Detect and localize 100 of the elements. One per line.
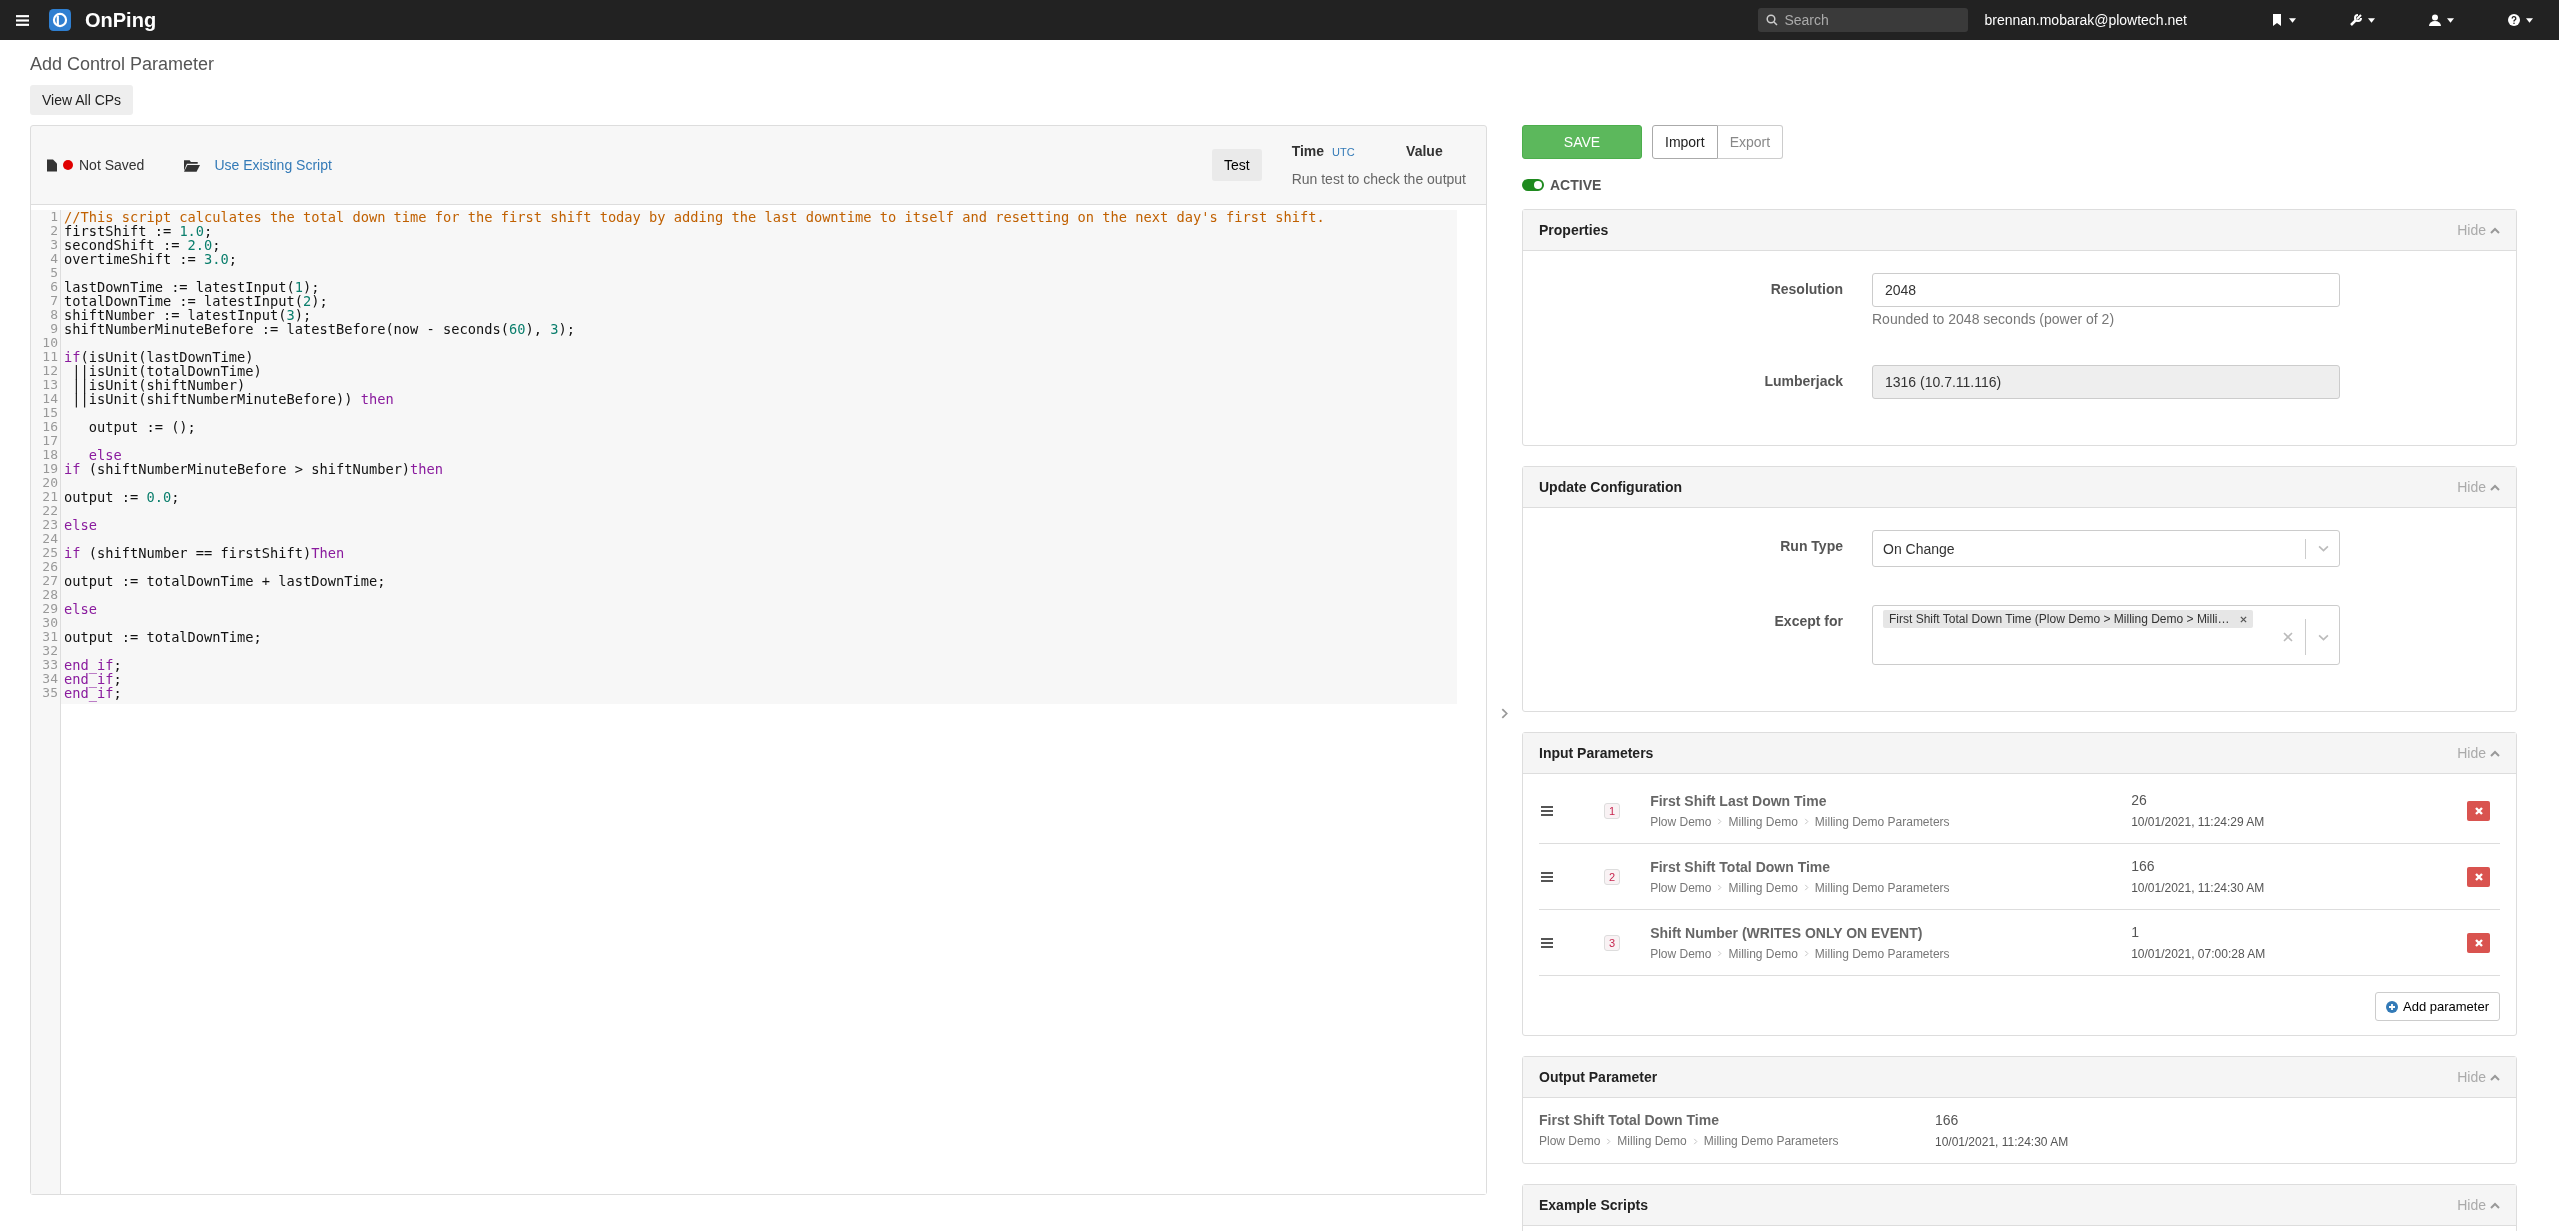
add-parameter-button[interactable]: Add parameter — [2375, 992, 2500, 1021]
remove-tag-icon[interactable] — [2239, 615, 2247, 623]
chevron-icon — [1803, 818, 1809, 825]
line-number: 5 — [49, 266, 58, 280]
file-icon — [47, 158, 57, 172]
caret-icon[interactable] — [2447, 17, 2454, 23]
time-label: Time — [1291, 143, 1325, 159]
line-number: 8 — [49, 308, 58, 322]
line-number: 30 — [41, 616, 58, 630]
chevron-up-icon[interactable] — [2490, 1073, 2500, 1081]
chevron-icon — [1717, 884, 1723, 891]
parameter-value: 166 — [1935, 1112, 1960, 1128]
drag-handle-icon[interactable] — [1541, 871, 1553, 882]
line-number: 35 — [41, 686, 58, 700]
chevron-up-icon[interactable] — [2490, 483, 2500, 491]
panel-title: Properties — [1539, 222, 1609, 238]
parameter-value: 1 — [2131, 924, 2140, 940]
user-icon[interactable] — [2429, 14, 2441, 26]
parameter-time: 10/01/2021, 11:24:29 AM — [2131, 815, 2266, 829]
chevron-icon — [1606, 1137, 1612, 1145]
test-button[interactable]: Test — [1211, 149, 1262, 181]
line-number: 26 — [41, 560, 58, 574]
selected-tag[interactable]: First Shift Total Down Time (Plow Demo > Milling Demo > Milli… — [1883, 610, 2253, 628]
panel-title: Example Scripts — [1539, 1197, 1648, 1213]
line-number: 22 — [41, 504, 58, 518]
parameter-name: First Shift Total Down Time — [1650, 858, 1832, 875]
use-existing-script-link[interactable]: Use Existing Script — [214, 157, 332, 173]
line-number: 2 — [49, 224, 58, 238]
chevron-up-icon[interactable] — [2490, 749, 2500, 757]
user-email[interactable]: brennan.mobarak@plowtech.net — [1984, 12, 2187, 28]
parameter-name: First Shift Last Down Time — [1650, 792, 1828, 809]
line-number: 7 — [49, 294, 58, 308]
caret-icon[interactable] — [2368, 17, 2375, 23]
line-number: 10 — [41, 336, 58, 350]
view-all-button[interactable]: View All CPs — [30, 85, 134, 115]
caret-icon[interactable] — [2526, 17, 2533, 23]
help-text: Rounded to 2048 seconds (power of 2) — [1872, 311, 2116, 327]
page-title: Add Control Parameter — [30, 54, 216, 75]
remove-button[interactable] — [2467, 932, 2490, 953]
chevron-up-icon[interactable] — [2490, 1201, 2500, 1209]
close-icon[interactable] — [2473, 805, 2484, 816]
index-badge: 1 — [1604, 802, 1621, 819]
resolution-field[interactable]: 2048 — [1872, 273, 2340, 307]
line-number: 4 — [49, 252, 58, 266]
brand-name[interactable]: OnPing — [85, 8, 157, 32]
except-for-select[interactable]: First Shift Total Down Time (Plow Demo > Milling Demo > Milli… — [1872, 605, 2340, 665]
path-crumb: Plow Demo — [1650, 880, 1712, 895]
chevron-icon — [1717, 818, 1723, 825]
path-crumb: Milling Demo Parameters — [1814, 946, 1950, 961]
active-label: ACTIVE — [1550, 177, 1602, 193]
parameter-name: First Shift Total Down Time — [1539, 1112, 1720, 1128]
line-number: 18 — [41, 448, 58, 462]
path-crumb: Milling Demo Parameters — [1814, 880, 1950, 895]
remove-button[interactable] — [2467, 800, 2490, 821]
path-crumb: Plow Demo — [1650, 946, 1712, 961]
parameter-value: 26 — [2131, 792, 2148, 808]
parameter-time: 10/01/2021, 11:24:30 AM — [2131, 881, 2266, 895]
panel-title: Update Configuration — [1539, 479, 1683, 495]
line-number: 19 — [41, 462, 58, 476]
chevron-up-icon[interactable] — [2490, 226, 2500, 234]
line-number: 34 — [41, 672, 58, 686]
import-export-tab[interactable]: Import — [1652, 125, 1718, 159]
plus-circle-icon[interactable] — [2386, 1000, 2398, 1013]
help-icon[interactable] — [2508, 14, 2520, 26]
parameter-time: 10/01/2021, 11:24:30 AM — [1935, 1135, 2070, 1149]
close-icon[interactable] — [2473, 937, 2484, 948]
remove-button[interactable] — [2467, 866, 2490, 887]
line-number: 17 — [41, 434, 58, 448]
line-number: 13 — [41, 378, 58, 392]
code-block[interactable]: //This script calculates the total down time for the first shift today by adding the last downtime to itself and resetting on the next day's first shift. firstShift := 1.0; secondShift := 2.0; overtimeShift := 3.0; lastDownTime := latestInput(1); totalDownTime := latestInput(2); shiftNumber := latestInput(3); shiftNumberMinuteBefore := latestBefore(now - seconds(60), 3); if(isUnit(lastDownTime) ||isUnit(totalDownTime) ||isUnit(shiftNumber) ||isUnit(shiftNumberMinuteBefore)) then output := (); else if (shiftNumberMinuteBefore > shiftNumber)then output := 0.0; else if (shiftNumber == firstShift)Then output := totalDownTime + lastDownTime; else output := totalDownTime; end_if; end_if; end_if; — [61, 210, 1457, 704]
line-number: 1 — [49, 210, 58, 224]
drag-handle-icon[interactable] — [1541, 805, 1553, 816]
run-type-select[interactable]: On Change — [1872, 530, 2340, 567]
wrench-icon[interactable] — [2350, 14, 2362, 26]
close-icon[interactable] — [2473, 871, 2484, 882]
line-number: 33 — [41, 658, 58, 672]
line-number: 6 — [49, 280, 58, 294]
field-label: Except for — [1773, 612, 1844, 631]
caret-icon[interactable] — [2289, 17, 2296, 23]
collapse-chevron-icon[interactable] — [1501, 708, 1508, 719]
line-number: 15 — [41, 406, 58, 420]
path-crumb: Milling Demo Parameters — [1814, 814, 1950, 829]
line-number: 11 — [41, 350, 58, 364]
import-export-tab[interactable]: Export — [1717, 125, 1784, 159]
bookmark-icon[interactable] — [2271, 14, 2283, 26]
line-number: 23 — [41, 518, 58, 532]
chevron-icon — [1692, 1137, 1698, 1145]
chevron-icon — [1803, 950, 1809, 957]
index-badge: 3 — [1604, 934, 1621, 951]
path-crumb: Milling Demo Parameters — [1703, 1134, 1839, 1148]
line-number: 29 — [41, 602, 58, 616]
test-hint: Run test to check the output — [1291, 171, 1466, 187]
line-number: 31 — [41, 630, 58, 644]
search-field[interactable]: Search — [1758, 8, 1969, 32]
chevron-icon — [1803, 884, 1809, 891]
active-toggle[interactable] — [1522, 179, 1544, 191]
menu-icon[interactable] — [16, 14, 29, 26]
line-number: 21 — [41, 490, 58, 504]
drag-handle-icon[interactable] — [1541, 937, 1553, 948]
line-number: 24 — [41, 532, 58, 546]
